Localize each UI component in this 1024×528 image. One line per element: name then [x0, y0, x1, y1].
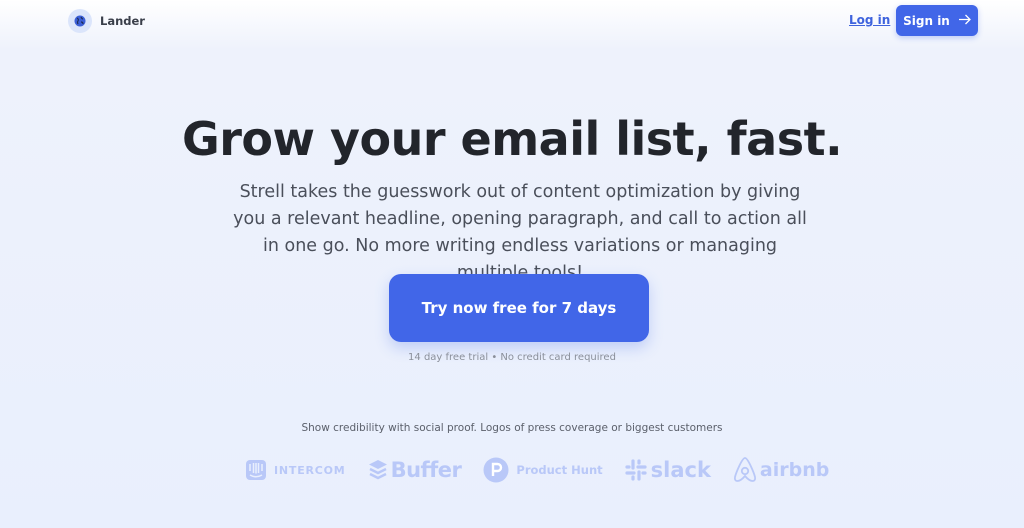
hero-headline: Grow your email list, fast.	[181, 112, 843, 166]
logo-label: slack	[650, 458, 711, 482]
signin-label: Sign in	[903, 13, 950, 28]
logo-slack: slack	[625, 458, 711, 482]
try-free-button[interactable]: Try now free for 7 days	[389, 274, 649, 342]
logo-intercom: INTERCOM	[245, 459, 346, 481]
social-proof-caption: Show credibility with social proof. Logo…	[301, 422, 723, 434]
logo-label: airbnb	[759, 459, 830, 481]
login-link[interactable]: Log in	[849, 13, 890, 27]
logo-label: Buffer	[390, 458, 462, 482]
product-hunt-icon	[483, 457, 509, 483]
signin-button[interactable]: Sign in	[896, 5, 978, 36]
hero-subheadline: Strell takes the guesswork out of conten…	[233, 182, 807, 283]
logo-label: Product Hunt	[516, 463, 603, 477]
arrow-right-icon	[958, 14, 971, 28]
airbnb-icon	[733, 456, 757, 484]
brand-logo[interactable]: Lander	[68, 9, 145, 33]
cta-note: 14 day free trial • No credit card requi…	[408, 352, 616, 363]
buffer-icon	[368, 459, 388, 481]
logo-product-hunt: Product Hunt	[483, 457, 603, 483]
logo-buffer: Buffer	[368, 458, 462, 482]
logo-label: INTERCOM	[274, 463, 346, 477]
customer-logos: INTERCOM Buffer Product Hunt slack airbn…	[245, 455, 851, 485]
intercom-icon	[245, 459, 267, 481]
globe-icon	[68, 9, 92, 33]
slack-icon	[625, 459, 647, 481]
logo-airbnb: airbnb	[733, 456, 829, 484]
brand-name: Lander	[100, 14, 145, 28]
top-nav: Lander Log in Sign in	[0, 0, 1024, 42]
